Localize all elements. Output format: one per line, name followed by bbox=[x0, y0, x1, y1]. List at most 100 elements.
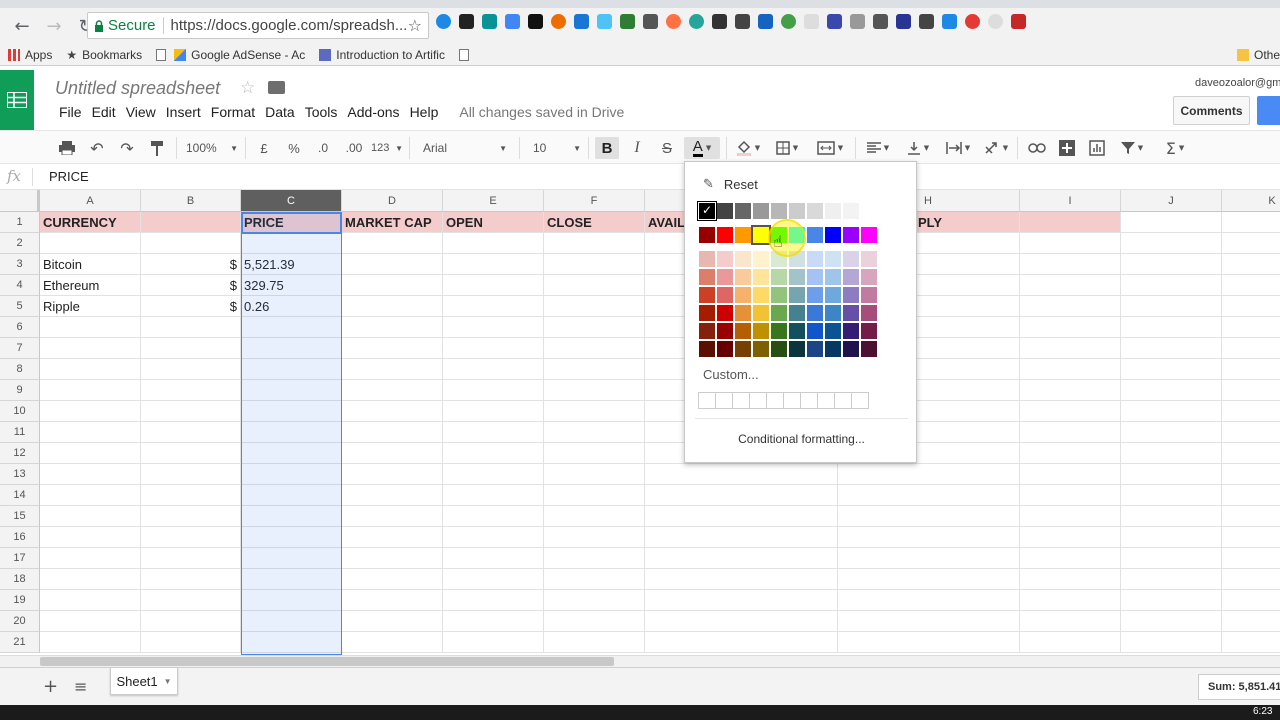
color-swatch[interactable] bbox=[789, 323, 805, 339]
cell[interactable] bbox=[1020, 527, 1121, 548]
color-swatch[interactable] bbox=[699, 305, 715, 321]
cell[interactable] bbox=[1020, 590, 1121, 611]
conditional-formatting-link[interactable]: Conditional formatting... bbox=[685, 432, 918, 446]
color-swatch[interactable] bbox=[861, 251, 877, 267]
cell[interactable] bbox=[544, 569, 645, 590]
cell[interactable] bbox=[342, 611, 443, 632]
cell[interactable] bbox=[1121, 527, 1222, 548]
cell[interactable] bbox=[1121, 464, 1222, 485]
header-cell[interactable]: CURRENCY bbox=[40, 212, 141, 233]
color-swatch[interactable] bbox=[753, 269, 769, 285]
cell[interactable] bbox=[342, 527, 443, 548]
cell[interactable] bbox=[443, 590, 544, 611]
cell[interactable] bbox=[544, 422, 645, 443]
cell[interactable] bbox=[141, 611, 241, 632]
cell[interactable] bbox=[342, 317, 443, 338]
color-swatch[interactable] bbox=[753, 251, 769, 267]
cell[interactable] bbox=[1020, 548, 1121, 569]
row-header[interactable]: 5 bbox=[0, 296, 40, 317]
column-header[interactable]: D bbox=[342, 190, 443, 212]
vertical-align-button[interactable]: ▼ bbox=[902, 137, 934, 159]
decrease-decimal-button[interactable]: .0 bbox=[313, 137, 333, 159]
custom-color-slot[interactable] bbox=[851, 392, 869, 409]
row-header[interactable]: 8 bbox=[0, 359, 40, 380]
menu-addons[interactable]: Add-ons bbox=[342, 104, 404, 120]
cell[interactable] bbox=[1020, 611, 1121, 632]
cell[interactable] bbox=[1020, 443, 1121, 464]
cell[interactable] bbox=[544, 317, 645, 338]
add-sheet-icon[interactable]: + bbox=[43, 676, 58, 697]
custom-color-slot[interactable] bbox=[715, 392, 733, 409]
custom-color-link[interactable]: Custom... bbox=[703, 367, 759, 382]
cell[interactable]: 329.75 bbox=[241, 275, 342, 296]
more-formats-select[interactable]: 123 ▼ bbox=[371, 137, 403, 159]
column-header[interactable]: B bbox=[141, 190, 241, 212]
row-header[interactable]: 13 bbox=[0, 464, 40, 485]
color-swatch[interactable] bbox=[789, 269, 805, 285]
cell[interactable] bbox=[40, 422, 141, 443]
extension-icon[interactable] bbox=[850, 14, 865, 29]
color-swatch[interactable] bbox=[753, 287, 769, 303]
cell[interactable] bbox=[1020, 275, 1121, 296]
cell[interactable] bbox=[342, 632, 443, 653]
color-swatch[interactable] bbox=[753, 203, 769, 219]
custom-color-slot[interactable] bbox=[749, 392, 767, 409]
cell[interactable] bbox=[141, 548, 241, 569]
cell[interactable] bbox=[1222, 485, 1280, 506]
cell[interactable] bbox=[40, 632, 141, 653]
color-swatch[interactable] bbox=[843, 203, 859, 219]
color-swatch[interactable] bbox=[699, 251, 715, 267]
bookmark-page[interactable] bbox=[458, 48, 469, 61]
cell[interactable]: Bitcoin bbox=[40, 254, 141, 275]
row-header[interactable]: 18 bbox=[0, 569, 40, 590]
extension-icon[interactable] bbox=[758, 14, 773, 29]
cell[interactable] bbox=[1020, 464, 1121, 485]
row-header[interactable]: 3 bbox=[0, 254, 40, 275]
cell[interactable] bbox=[1222, 527, 1280, 548]
color-swatch[interactable] bbox=[717, 203, 733, 219]
cell[interactable] bbox=[1222, 611, 1280, 632]
cell[interactable] bbox=[1121, 443, 1222, 464]
cell[interactable] bbox=[241, 611, 342, 632]
cell[interactable] bbox=[40, 506, 141, 527]
cell[interactable] bbox=[1222, 569, 1280, 590]
cell[interactable] bbox=[141, 359, 241, 380]
menu-file[interactable]: File bbox=[54, 104, 87, 120]
row-header[interactable]: 10 bbox=[0, 401, 40, 422]
cell[interactable] bbox=[1020, 338, 1121, 359]
cell[interactable] bbox=[241, 590, 342, 611]
row-header[interactable]: 15 bbox=[0, 506, 40, 527]
cell[interactable] bbox=[443, 233, 544, 254]
cell[interactable] bbox=[342, 254, 443, 275]
text-wrapping-button[interactable]: ▼ bbox=[941, 137, 975, 159]
cell[interactable] bbox=[141, 401, 241, 422]
header-cell[interactable]: MARKET CAP bbox=[342, 212, 443, 233]
row-header[interactable]: 6 bbox=[0, 317, 40, 338]
reset-color-button[interactable]: ✎ Reset bbox=[703, 177, 758, 192]
cell[interactable] bbox=[544, 443, 645, 464]
header-cell[interactable] bbox=[1020, 212, 1121, 233]
undo-icon[interactable]: ↶ bbox=[87, 137, 107, 159]
color-swatch[interactable] bbox=[861, 323, 877, 339]
header-cell[interactable]: CLOSE bbox=[544, 212, 645, 233]
row-header[interactable]: 19 bbox=[0, 590, 40, 611]
cell[interactable] bbox=[645, 485, 838, 506]
color-swatch[interactable] bbox=[825, 287, 841, 303]
cell[interactable] bbox=[141, 443, 241, 464]
cell[interactable] bbox=[40, 611, 141, 632]
cell[interactable] bbox=[443, 296, 544, 317]
color-swatch[interactable] bbox=[771, 341, 787, 357]
cell[interactable] bbox=[443, 317, 544, 338]
horizontal-scrollbar[interactable] bbox=[40, 657, 614, 666]
cell[interactable] bbox=[544, 506, 645, 527]
cell[interactable] bbox=[544, 548, 645, 569]
cell[interactable] bbox=[1222, 359, 1280, 380]
cell[interactable] bbox=[544, 632, 645, 653]
color-swatch[interactable] bbox=[807, 227, 823, 243]
cell[interactable] bbox=[544, 338, 645, 359]
cell[interactable] bbox=[40, 359, 141, 380]
custom-color-slot[interactable] bbox=[766, 392, 784, 409]
column-header[interactable]: E bbox=[443, 190, 544, 212]
cell[interactable]: Ripple bbox=[40, 296, 141, 317]
star-icon[interactable]: ☆ bbox=[240, 78, 255, 98]
